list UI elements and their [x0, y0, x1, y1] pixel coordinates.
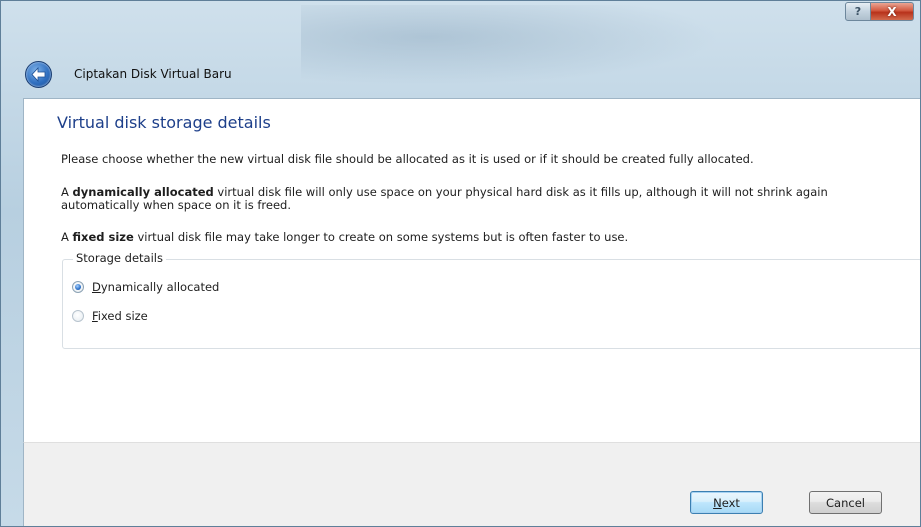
radio-unchecked-icon[interactable] [72, 310, 84, 322]
wizard-title-row: Ciptakan Disk Virtual Baru [25, 59, 232, 89]
next-label-rest: ext [721, 495, 740, 510]
radio-fixed-size[interactable]: Fixed size [72, 309, 148, 323]
fixed-prefix: A [61, 230, 73, 244]
help-icon: ? [854, 5, 862, 18]
radio-dot [75, 284, 81, 290]
close-button[interactable]: X [871, 2, 914, 21]
radio-fixed-label-rest: ixed size [97, 309, 148, 323]
page-heading: Virtual disk storage details [57, 113, 271, 132]
radio-dynamically-allocated[interactable]: Dynamically allocated [72, 280, 219, 294]
dialog-window: ? X Ciptakan Disk Virtual Baru Virtual d… [0, 0, 921, 527]
fixed-description: A fixed size virtual disk file may take … [61, 231, 881, 244]
radio-checked-icon[interactable] [72, 281, 84, 293]
background-blur [301, 5, 721, 85]
fixed-rest: virtual disk file may take longer to cre… [133, 230, 629, 244]
radio-dynamic-label-rest: ynamically allocated [100, 280, 220, 294]
radio-fixed-label: Fixed size [92, 309, 148, 323]
mnemonic-n: N [713, 495, 722, 510]
dialog-title: Ciptakan Disk Virtual Baru [74, 67, 232, 81]
help-button[interactable]: ? [845, 2, 871, 21]
button-bar: Next Cancel [23, 442, 920, 526]
mnemonic-d: D [92, 280, 101, 294]
intro-text: Please choose whether the new virtual di… [61, 152, 754, 166]
fixed-bold-term: fixed size [72, 230, 134, 244]
next-button[interactable]: Next [690, 491, 763, 514]
dynamic-prefix: A [61, 185, 73, 199]
content-panel: Virtual disk storage details Please choo… [23, 98, 920, 442]
radio-dynamic-label: Dynamically allocated [92, 280, 219, 294]
back-button[interactable] [25, 60, 52, 88]
dynamic-description: A dynamically allocated virtual disk fil… [61, 186, 881, 212]
storage-details-title: Storage details [73, 251, 166, 265]
cancel-button[interactable]: Cancel [809, 491, 882, 514]
dynamic-bold-term: dynamically allocated [72, 185, 214, 199]
close-icon: X [887, 4, 897, 19]
caption-buttons: ? X [845, 2, 914, 21]
storage-details-group: Storage details Dynamically allocated Fi… [62, 251, 920, 349]
back-arrow-icon [31, 66, 46, 82]
